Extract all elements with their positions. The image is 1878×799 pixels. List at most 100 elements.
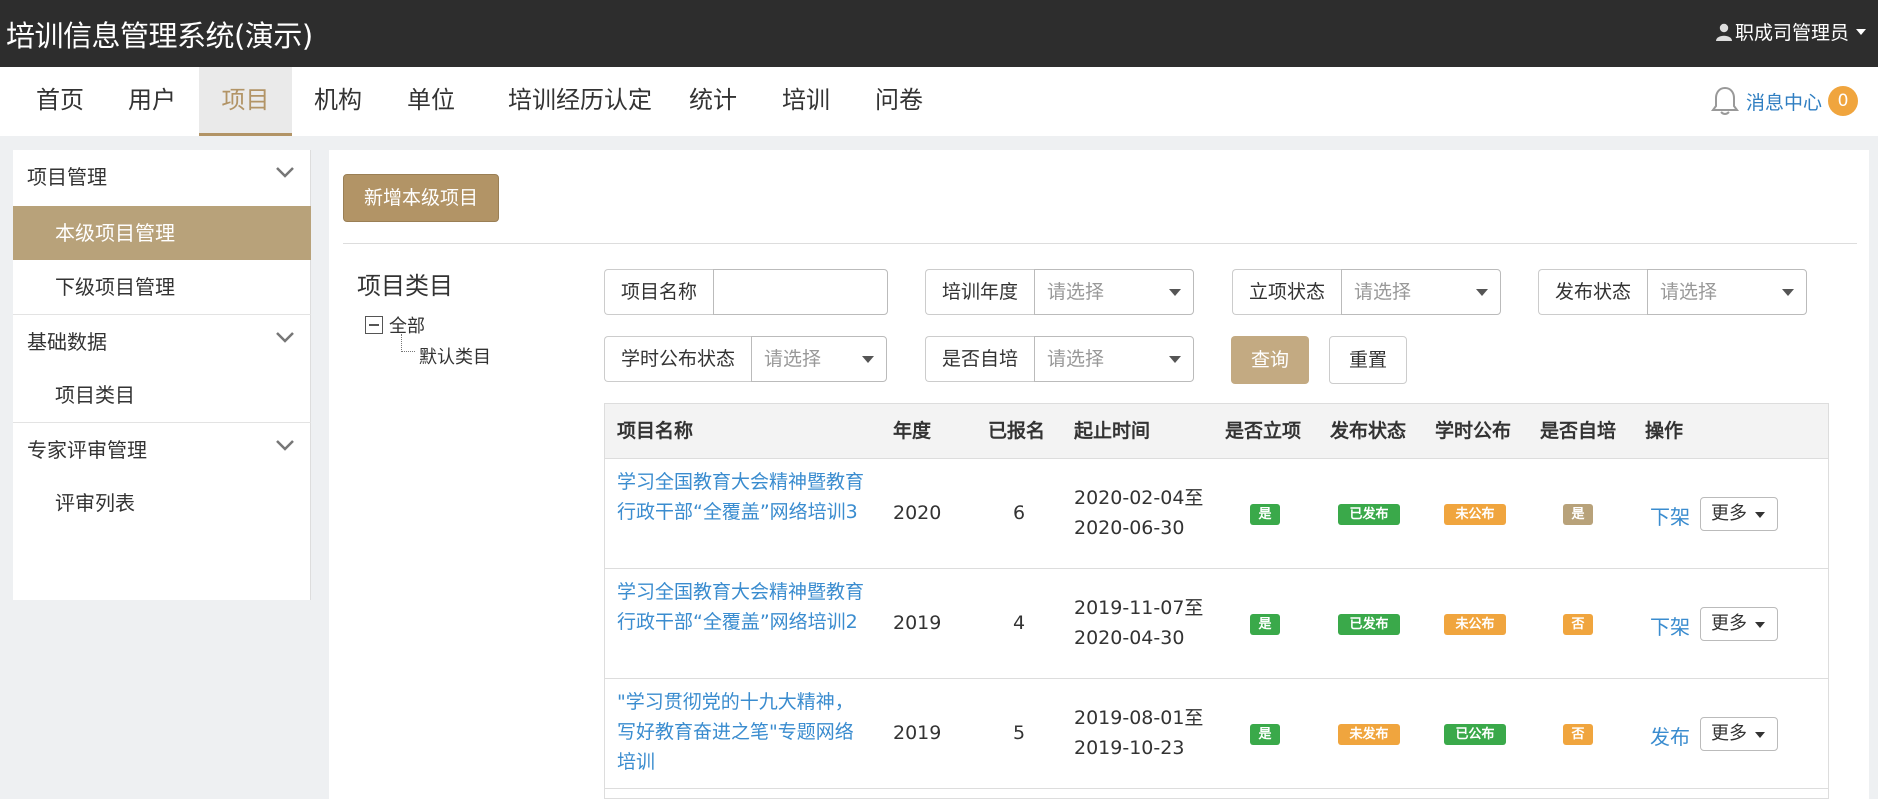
nav-statistics[interactable]: 统计 <box>667 67 759 136</box>
year-cell: 2020 <box>893 502 942 524</box>
enrolled-cell: 4 <box>1013 612 1026 634</box>
publish-status-badge: 已发布 <box>1338 504 1400 525</box>
sidebar-group-label: 项目管理 <box>27 165 107 189</box>
sidebar-group-basic-data[interactable]: 基础数据 <box>13 314 311 368</box>
user-name: 职成司管理员 <box>1734 22 1849 44</box>
start-date: 2019-11-07至 <box>1074 597 1204 619</box>
filter-label: 学时公布状态 <box>604 336 752 382</box>
add-project-button[interactable]: 新增本级项目 <box>343 174 499 222</box>
message-center-label: 消息中心 <box>1745 91 1822 114</box>
category-title: 项目类目 <box>357 272 453 300</box>
year-cell: 2019 <box>893 612 942 634</box>
self-train-select[interactable]: 请选择 <box>1034 336 1195 382</box>
top-bar: 培训信息管理系统(演示) 职成司管理员 <box>0 0 1878 67</box>
nav-survey[interactable]: 问卷 <box>853 67 945 136</box>
more-button[interactable]: 更多 <box>1700 717 1778 751</box>
sidebar-group-expert-review[interactable]: 专家评审管理 <box>13 422 311 476</box>
project-name-link[interactable]: 学习全国教育大会精神暨教育行政干部“全覆盖”网络培训2 <box>617 577 872 637</box>
sidebar-item-sub-projects[interactable]: 下级项目管理 <box>13 260 311 314</box>
hours-status-badge: 已公布 <box>1444 724 1506 745</box>
project-name-link[interactable]: "学习贯彻党的十九大精神，写好教育奋进之笔"专题网络培训 <box>617 687 872 777</box>
chevron-down-icon <box>1755 512 1765 518</box>
filter-label: 是否自培 <box>925 336 1035 382</box>
bell-icon <box>1710 86 1739 115</box>
nav-projects[interactable]: 项目 <box>199 67 292 136</box>
offline-link[interactable]: 下架 <box>1650 611 1690 640</box>
filter-publish: 发布状态 请选择 <box>1538 269 1808 315</box>
chevron-down-icon <box>1169 289 1182 296</box>
publish-status-badge: 已发布 <box>1338 614 1400 635</box>
approved-badge: 是 <box>1250 614 1280 635</box>
filter-self-train: 是否自培 请选择 <box>925 336 1195 382</box>
query-button[interactable]: 查询 <box>1231 336 1309 384</box>
filter-year: 培训年度 请选择 <box>925 269 1195 315</box>
end-date: 2020-06-30 <box>1074 517 1185 539</box>
chevron-down-icon <box>1755 732 1765 738</box>
filter-hours-publish: 学时公布状态 请选择 <box>604 336 888 382</box>
main-nav: 首页 用户 项目 机构 单位 培训经历认定 统计 培训 问卷 消息中心 0 <box>0 67 1878 136</box>
filter-label: 发布状态 <box>1538 269 1648 315</box>
enrolled-cell: 5 <box>1013 722 1026 744</box>
filter-approval: 立项状态 请选择 <box>1232 269 1502 315</box>
sidebar: 项目管理 本级项目管理 下级项目管理 基础数据 项目类目 专家评审管理 评审列表 <box>13 150 311 600</box>
more-button[interactable]: 更多 <box>1700 497 1778 531</box>
tree-node-default[interactable]: 默认类目 <box>419 343 491 369</box>
column-header: 发布状态 <box>1330 420 1407 442</box>
date-range-cell: 2019-08-01至 2019-10-23 <box>1074 703 1203 763</box>
chevron-down-icon <box>1856 28 1866 35</box>
date-range-cell: 2020-02-04至 2020-06-30 <box>1074 483 1203 543</box>
message-count-badge: 0 <box>1828 86 1858 116</box>
sidebar-item-own-projects[interactable]: 本级项目管理 <box>13 206 311 260</box>
table-row: "学习贯彻党的十九大精神，写好教育奋进之笔"专题网络培训 2019 5 2019… <box>605 679 1828 789</box>
project-name-input[interactable] <box>713 269 889 315</box>
nav-training-record[interactable]: 培训经历认定 <box>485 67 675 136</box>
approved-badge: 是 <box>1250 504 1280 525</box>
self-train-badge: 否 <box>1563 724 1593 745</box>
nav-units[interactable]: 单位 <box>385 67 477 136</box>
chevron-down-icon <box>1169 356 1182 363</box>
chevron-down-icon <box>276 167 294 178</box>
sidebar-item-project-category[interactable]: 项目类目 <box>13 368 311 422</box>
sidebar-item-review-list[interactable]: 评审列表 <box>13 476 311 530</box>
start-date: 2019-08-01至 <box>1074 707 1204 729</box>
column-header: 操作 <box>1645 420 1684 442</box>
nav-home[interactable]: 首页 <box>14 67 106 136</box>
project-name-link[interactable]: 学习全国教育大会精神暨教育行政干部“全覆盖”网络培训3 <box>617 467 872 527</box>
reset-button[interactable]: 重置 <box>1329 336 1407 384</box>
year-cell: 2019 <box>893 722 942 744</box>
table-header: 项目名称 年度 已报名 起止时间 是否立项 发布状态 学时公布 是否自培 操作 <box>605 404 1828 459</box>
filter-project-name: 项目名称 <box>604 269 889 315</box>
column-header: 起止时间 <box>1074 420 1151 442</box>
message-center[interactable]: 消息中心 0 <box>1710 85 1858 117</box>
divider <box>343 243 1857 244</box>
chevron-down-icon <box>1755 622 1765 628</box>
column-header: 是否自培 <box>1540 420 1617 442</box>
offline-link[interactable]: 下架 <box>1650 501 1690 530</box>
year-select[interactable]: 请选择 <box>1034 269 1195 315</box>
enrolled-cell: 6 <box>1013 502 1026 524</box>
tree-node-all[interactable]: 全部 <box>365 312 425 338</box>
more-button[interactable]: 更多 <box>1700 607 1778 641</box>
column-header: 学时公布 <box>1435 420 1512 442</box>
chevron-down-icon <box>862 356 875 363</box>
user-menu[interactable]: 职成司管理员 <box>1715 18 1866 45</box>
nav-training[interactable]: 培训 <box>760 67 852 136</box>
hours-status-badge: 未公布 <box>1444 614 1506 635</box>
collapse-icon[interactable] <box>365 316 383 334</box>
nav-institutions[interactable]: 机构 <box>292 67 384 136</box>
chevron-down-icon <box>1476 289 1489 296</box>
table-row: 学习全国教育大会精神暨教育行政干部“全覆盖”网络培训2 2019 4 2019-… <box>605 569 1828 679</box>
publish-select[interactable]: 请选择 <box>1647 269 1808 315</box>
publish-link[interactable]: 发布 <box>1650 721 1690 750</box>
approval-select[interactable]: 请选择 <box>1341 269 1502 315</box>
sidebar-group-project-mgmt[interactable]: 项目管理 <box>13 150 311 204</box>
nav-users[interactable]: 用户 <box>106 67 198 136</box>
sidebar-group-label: 专家评审管理 <box>27 438 147 462</box>
approved-badge: 是 <box>1250 724 1280 745</box>
self-train-badge: 否 <box>1563 614 1593 635</box>
self-train-badge: 是 <box>1563 504 1593 525</box>
table-row: 学习全国教育大会精神暨教育行政干部“全覆盖”网络培训3 2020 6 2020-… <box>605 459 1828 569</box>
hours-publish-select[interactable]: 请选择 <box>751 336 888 382</box>
end-date: 2020-04-30 <box>1074 627 1185 649</box>
project-table: 项目名称 年度 已报名 起止时间 是否立项 发布状态 学时公布 是否自培 操作 … <box>604 403 1829 799</box>
